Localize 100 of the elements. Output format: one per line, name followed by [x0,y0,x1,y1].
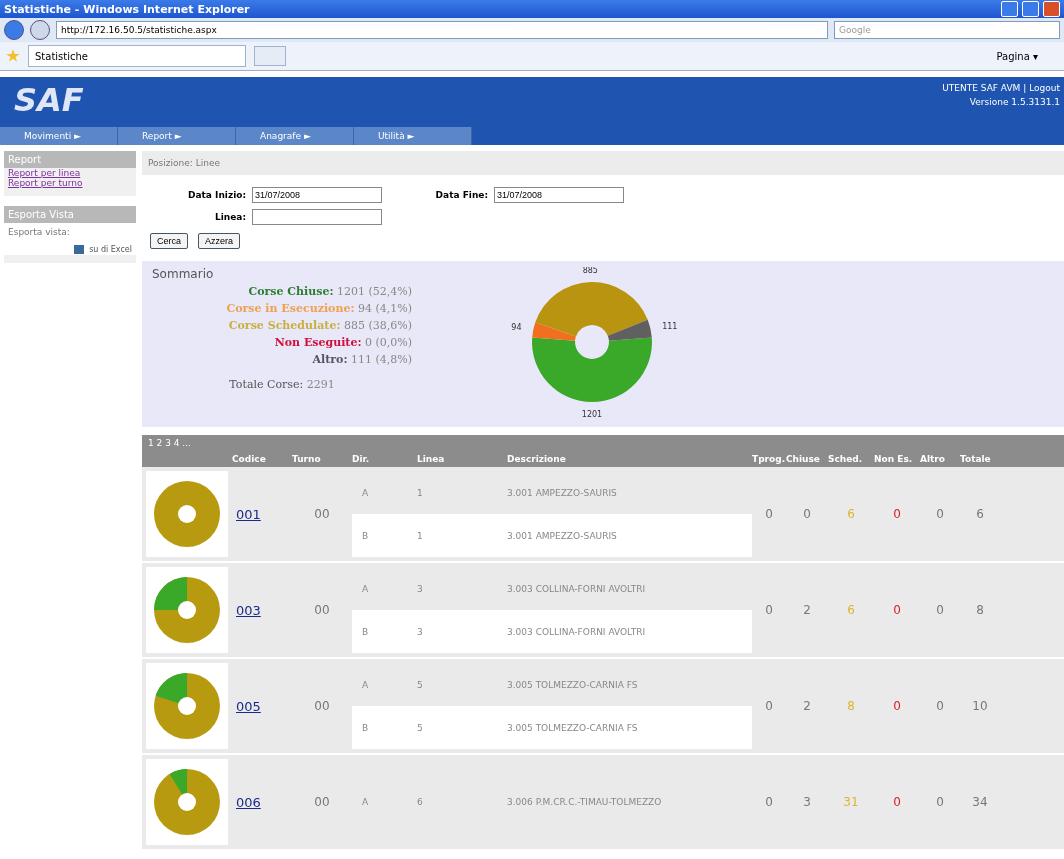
table-cell-text: 0 [892,699,902,713]
table-cell-text: 0 [802,507,812,521]
column-header: Linea [417,454,446,464]
table-cell-text: 5 [417,679,424,690]
table-cell-text: 6 [975,507,985,521]
page-menu[interactable]: Pagina ▾ [996,50,1038,62]
table-cell-text: 2 [802,699,812,713]
field-label: Data Fine: [434,190,488,200]
table-cell-text: 0 [892,507,902,521]
input-field[interactable]: 31/07/2008 [252,187,382,203]
menu-item[interactable]: Report ► [118,127,236,145]
browser-tab[interactable]: Statistiche [28,45,246,67]
window-title: Statistiche - Windows Internet Explorer [4,2,251,16]
line-code-link[interactable]: 006 [232,794,292,810]
column-header: Turno [292,454,322,464]
table-cell-text: 6 [846,507,856,521]
sidebar-text: Esporta vista: [4,223,136,237]
column-header: Tprog. [752,454,786,464]
table-cell-text: A [362,487,370,498]
table-cell-text: 3.001 AMPEZZO-SAURIS [507,530,618,541]
slice-label: 111 [662,321,678,331]
close-button[interactable] [1043,1,1060,17]
table-cell-text: 3 [802,795,812,809]
column-header: Sched. [828,454,864,464]
input-field[interactable] [252,209,382,225]
table-cell-text: 3.003 COLLINA-FORNI AVOLTRI [507,626,647,637]
summary-value: 111 (4,8%) [350,353,412,366]
mini-donut-chart [152,479,222,549]
sidebar-heading: Esporta Vista [4,206,136,223]
slice-label: 885 [582,267,598,275]
summary-title: Sommario [152,267,215,281]
maximize-button[interactable] [1022,1,1039,17]
input-field[interactable]: 31/07/2008 [494,187,624,203]
column-header: Totale [960,454,992,464]
table-cell-text: A [362,797,370,807]
slice-label: 94 [511,323,522,333]
column-header: Dir. [352,454,371,464]
table-cell-text: 0 [935,507,945,521]
menu-item[interactable]: Utilità ► [354,127,472,145]
sidebar-link[interactable]: Report per turno [4,178,136,188]
column-header: Descrizione [507,454,567,464]
form-button[interactable]: Cerca [150,233,188,249]
logout-link[interactable]: Logout [1029,83,1060,93]
table-cell-text: A [362,583,370,594]
line-code-link[interactable]: 003 [232,602,292,618]
column-header: Chiuse [786,454,821,464]
summary-value: 885 (38,6%) [343,319,412,332]
total-label: Totale Corse: [229,378,304,391]
table-cell-text: A [362,679,370,690]
table-cell-text: 2 [802,603,812,617]
table-cell-text: 3.001 AMPEZZO-SAURIS [507,487,618,498]
breadcrumb: Posizione: Linee [142,151,1064,175]
table-cell-text: B [362,530,370,541]
table-cell-text: 00 [313,507,331,521]
table-cell-text: 0 [892,603,902,617]
table-cell-text: 3.005 TOLMEZZO-CARNIA FS [507,679,639,690]
summary-value: 0 (0,0%) [364,336,412,349]
forward-button[interactable] [30,20,50,40]
mini-donut-chart [152,671,222,741]
line-code-link[interactable]: 001 [232,506,292,522]
table-cell-text: 3.003 COLLINA-FORNI AVOLTRI [507,583,647,594]
summary-value: 94 (4,1%) [357,302,412,315]
summary-label: Altro: [312,353,348,366]
slice-label: 1201 [581,410,603,417]
minimize-button[interactable] [1001,1,1018,17]
table-cell-text: 0 [935,699,945,713]
column-header: Non Es. [874,454,914,464]
summary-label: Corse Chiuse: [248,285,334,298]
table-cell-text: 00 [313,795,331,809]
table-cell-text: 34 [971,795,989,809]
sidebar-heading: Report [4,151,136,168]
export-link[interactable]: su di Excel [4,237,136,255]
mini-donut-chart [152,575,222,645]
menu-item[interactable]: Anagrafe ► [236,127,354,145]
table-cell-text: 3 [417,626,424,637]
summary-value: 1201 (52,4%) [336,285,412,298]
sidebar-link[interactable]: Report per linea [4,168,136,178]
table-cell-text: 0 [935,795,945,809]
table-cell-text: 0 [935,603,945,617]
form-button[interactable]: Azzera [198,233,241,249]
menu-item[interactable]: Movimenti ► [0,127,118,145]
field-label: Data Inizio: [187,190,246,200]
table-cell-text: 3 [417,583,424,594]
table-cell-text: 0 [764,507,774,521]
summary-label: Corse in Esecuzione: [226,302,355,315]
table-cell-text: 0 [764,795,774,809]
column-header: Codice [232,454,267,464]
table-cell-text: B [362,722,370,733]
table-cell-text: 1 [417,530,424,541]
table-cell-text: 6 [417,797,424,807]
table-cell-text: 0 [764,699,774,713]
back-button[interactable] [4,20,24,40]
table-cell-text: 3.006 P.M.CR.C.-TIMAU-TOLMEZZO [507,797,663,807]
table-cell-text: 1 [417,487,424,498]
table-cell-text: 8 [846,699,856,713]
table-cell-text: 31 [842,795,860,809]
table-cell-text: B [362,626,370,637]
table-cell-text: 5 [417,722,424,733]
line-code-link[interactable]: 005 [232,698,292,714]
address-field[interactable]: http://172.16.50.5/statistiche.aspx [56,21,828,39]
